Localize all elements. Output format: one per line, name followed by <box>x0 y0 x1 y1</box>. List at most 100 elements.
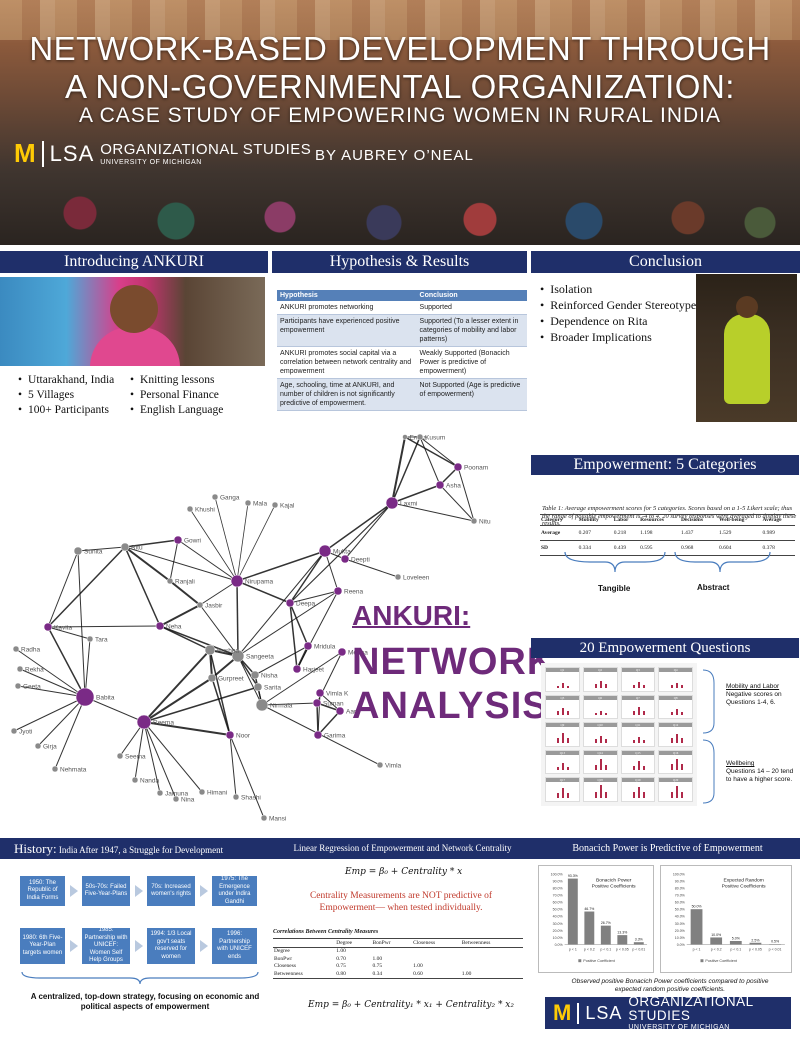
network-node-label: Ranjali <box>175 579 195 586</box>
question-panel-label: Q2 <box>583 668 617 672</box>
question-histogram-bar <box>600 735 603 743</box>
lsa-logo-top: M LSA ORGANIZATIONAL STUDIES UNIVERSITY … <box>14 138 311 169</box>
network-node-label: Sarita <box>264 685 281 692</box>
question-panel-label: Q15 <box>621 750 655 755</box>
network-edge <box>134 721 145 781</box>
network-node-dot <box>198 788 206 796</box>
question-histogram-bar <box>670 712 673 716</box>
table-cell: Average <box>540 525 578 541</box>
question-panel: Q7 <box>620 694 656 720</box>
question-panel: Q15 <box>620 749 656 775</box>
table-header: Average <box>761 514 795 526</box>
question-histogram-bar <box>675 733 678 743</box>
bonacich-note: Observed positive Bonacich Power coeffic… <box>571 978 769 993</box>
intro-list-left: Uttarakhand, India 5 Villages 100+ Parti… <box>18 373 114 418</box>
network-node: Deepa <box>285 598 316 608</box>
network-node: Ritu <box>120 542 143 552</box>
question-panel-label: Q13 <box>546 750 579 755</box>
conclusion-list: Isolation Reinforced Gender Stereotypes … <box>540 281 701 345</box>
question-panel: Q14 <box>582 749 618 775</box>
network-node-label: Sunita <box>84 549 103 556</box>
wellbeing-note: Wellbeing Questions 14 – 20 tend to have… <box>726 760 798 784</box>
y-tick-label: 70.0% <box>675 894 685 898</box>
chart-title: Positive Coefficients <box>592 884 637 890</box>
question-histogram-bar <box>605 739 608 743</box>
y-tick-label: 0.0% <box>555 943 563 947</box>
photo-figure-head <box>110 285 158 333</box>
network-edge <box>317 710 341 736</box>
bar-data-label: 13.3% <box>617 931 627 935</box>
table-cell: 1.437 <box>679 525 719 541</box>
y-tick-label: 80.0% <box>675 886 685 890</box>
question-histogram-bar <box>562 787 565 798</box>
network-node-dot <box>186 505 194 513</box>
network-node: Himani <box>198 788 227 797</box>
mobility-note-title: Mobility and Labor <box>726 683 780 690</box>
network-node-dot <box>470 517 478 525</box>
network-node-dot <box>75 687 95 707</box>
network-node-dot <box>333 586 343 596</box>
table-cell: 0.34 <box>371 970 413 979</box>
network-node-label: Girja <box>43 744 57 751</box>
network-edge <box>37 696 86 747</box>
x-tick-label: p < 0.2 <box>584 947 595 951</box>
network-node-label: Khushi <box>195 507 215 514</box>
x-tick-label: p < 0.05 <box>616 947 629 951</box>
question-histogram-bar <box>567 737 570 743</box>
regression-formula-multi: Emp = β₀ + Centrality₁ * x₁ + Centrality… <box>308 1000 514 1010</box>
network-node: Reena <box>333 586 364 596</box>
network-node-label: Radha <box>21 647 41 654</box>
photo-figure-body <box>724 314 770 404</box>
network-node-label: Tara <box>95 637 108 644</box>
y-tick-label: 60.0% <box>553 901 563 905</box>
network-node-dot <box>250 670 260 680</box>
question-panel: Q16 <box>658 749 693 775</box>
network-node-label: Kusum <box>425 435 445 442</box>
network-node-dot <box>12 645 20 653</box>
network-node: Endra <box>402 434 427 442</box>
network-node: Geeta <box>14 682 41 691</box>
table-header: Conclusion <box>416 290 527 301</box>
question-histogram-bar <box>675 758 678 771</box>
network-node-label: Rekha <box>25 667 44 674</box>
x-tick-label: p < 0.01 <box>769 947 782 951</box>
question-histogram-bar <box>632 684 635 688</box>
network-node-dot <box>260 814 268 822</box>
network-node-dot <box>394 573 402 581</box>
network-node: Kajal <box>271 501 295 510</box>
network-node-dot <box>340 554 350 564</box>
legend-swatch <box>578 959 582 963</box>
question-histogram-bar <box>632 711 635 716</box>
table-header: Well-being <box>718 514 762 526</box>
question-histogram-bar <box>562 762 565 771</box>
y-tick-label: 50.0% <box>553 908 563 912</box>
question-histogram-bar <box>642 792 645 798</box>
network-node-label: Nitu <box>479 519 491 526</box>
network-node-label: Laxmi <box>400 501 417 508</box>
network-node-label: Garima <box>324 733 346 740</box>
question-histogram-bar <box>642 740 645 743</box>
network-edge <box>124 546 238 582</box>
network-node: Sunita <box>73 546 103 556</box>
block-m-logo: M <box>553 1000 572 1025</box>
network-node-label: Loveleen <box>403 575 430 582</box>
network-node: Reema <box>136 714 174 730</box>
network-node-dot <box>204 644 216 656</box>
question-histogram-bar <box>680 712 683 716</box>
question-panel: Q5 <box>545 694 580 720</box>
y-tick-label: 80.0% <box>553 886 563 890</box>
network-node: Nisha <box>250 670 278 680</box>
table-cell: Degree <box>274 948 290 954</box>
question-panel: Q2 <box>582 667 618 692</box>
question-histogram-bar <box>670 685 673 688</box>
network-node-label: Mala <box>253 501 267 508</box>
question-panel: Q17 <box>545 777 580 802</box>
question-panel-label: Q6 <box>583 695 617 700</box>
network-node-label: Mridula <box>314 644 336 651</box>
network-edge <box>169 539 179 582</box>
mobility-note-text: Negative scores on Questions 1-4, 6. <box>726 691 782 706</box>
chart-title: Bonacich Power <box>596 878 632 884</box>
question-panel-label: Q5 <box>546 695 579 700</box>
x-tick-label: p < 0.05 <box>749 947 762 951</box>
conclusion-item: Isolation <box>540 281 701 297</box>
